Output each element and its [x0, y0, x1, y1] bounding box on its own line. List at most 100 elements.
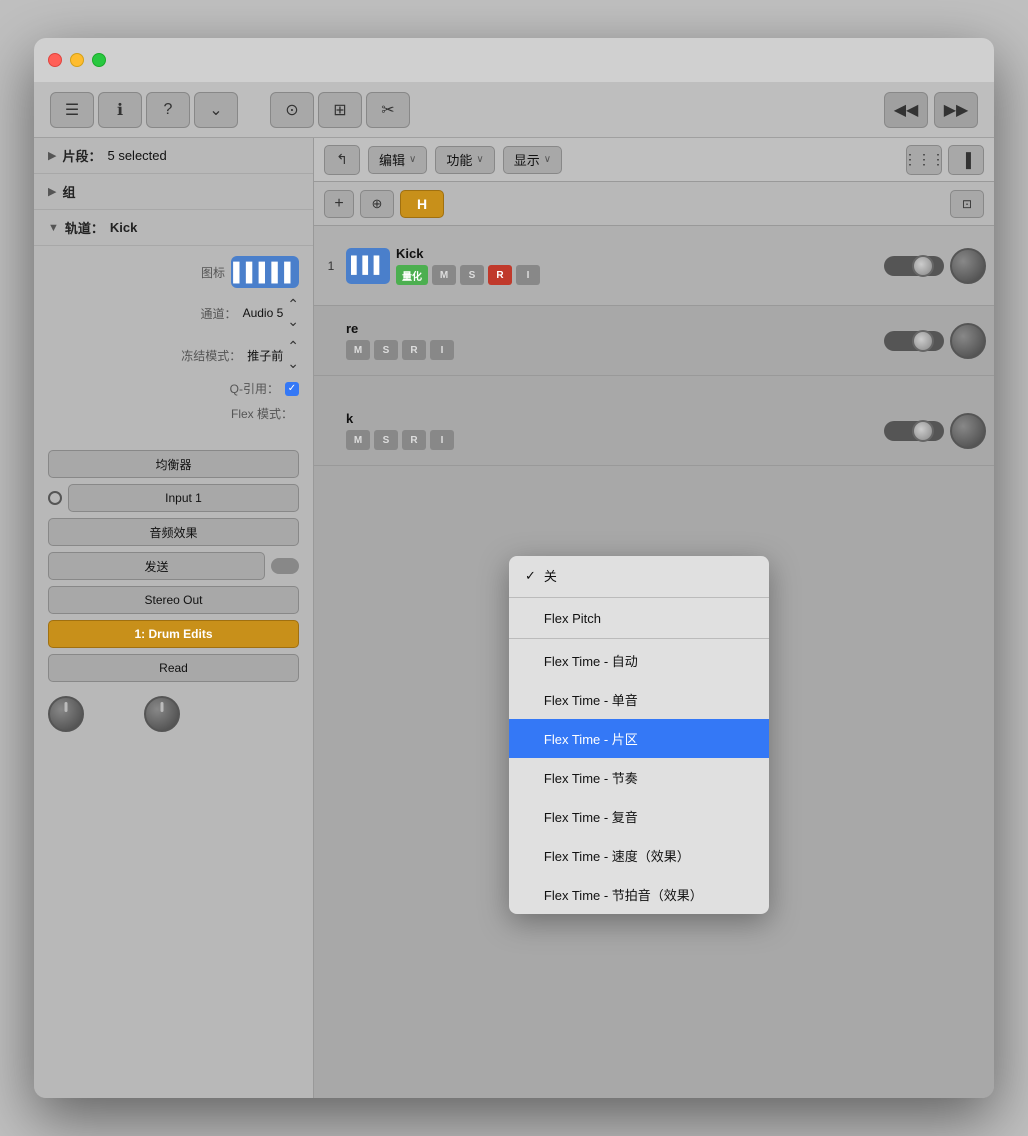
tempo-button[interactable]: ⊙ — [270, 92, 314, 128]
help-button[interactable]: ? — [146, 92, 190, 128]
add-button[interactable]: + — [324, 190, 354, 218]
input-button[interactable]: Input 1 — [68, 484, 299, 512]
close-button[interactable] — [48, 53, 62, 67]
function-menu[interactable]: 功能 ∨ — [435, 146, 494, 174]
display-chevron-icon: ∨ — [544, 154, 551, 165]
fastforward-button[interactable]: ▶▶ — [934, 92, 978, 128]
flex-time-speed-label: Flex Time - 速度（效果） — [544, 846, 690, 865]
group-row[interactable]: ▶ 组 — [34, 174, 313, 210]
edit-menu[interactable]: 编辑 ∨ — [368, 146, 427, 174]
send-button[interactable]: 发送 — [48, 552, 265, 580]
s-button[interactable]: S — [460, 265, 484, 285]
kick-pan-knob[interactable] — [950, 248, 986, 284]
m-button[interactable]: M — [432, 265, 456, 285]
segment-row[interactable]: ▶ 片段： 5 selected — [34, 138, 313, 174]
r-button[interactable]: R — [488, 265, 512, 285]
audio-effects-button[interactable]: 音频效果 — [48, 518, 299, 546]
track-header[interactable]: ▼ 轨道： Kick — [34, 210, 313, 246]
library-button[interactable]: ☰ — [50, 92, 94, 128]
kick-wave-icon: ▌▌▌ — [346, 248, 390, 284]
freeze-prop-row: 冻结模式： 推子前 ⌃⌄ — [34, 334, 313, 376]
knob-1[interactable] — [48, 696, 84, 732]
rewind-button[interactable]: ◀◀ — [884, 92, 928, 128]
s-button[interactable]: S — [374, 340, 398, 360]
waveform-icon: ▌▌▌ — [351, 257, 385, 275]
stereo-out-button[interactable]: Stereo Out — [48, 586, 299, 614]
display-menu[interactable]: 显示 ∨ — [503, 146, 562, 174]
segment-value: 5 selected — [107, 148, 166, 163]
knob-row — [34, 690, 313, 738]
flex-time-mono-option[interactable]: ✓ Flex Time - 单音 — [509, 680, 769, 719]
m-button[interactable]: M — [346, 340, 370, 360]
m-button[interactable]: M — [346, 430, 370, 450]
track2-fader[interactable] — [884, 331, 944, 351]
track-icon-button[interactable]: ▌▌▌▌▌ — [231, 256, 299, 288]
track3-info: k M S R I — [346, 411, 878, 450]
collapse-button[interactable]: ⊡ — [950, 190, 984, 218]
menu-divider-2 — [509, 638, 769, 639]
kick-track-name: Kick — [396, 246, 878, 261]
add-icon: + — [334, 195, 343, 213]
knob-2[interactable] — [144, 696, 180, 732]
q-ref-checkbox[interactable]: ✓ — [285, 382, 299, 396]
flex-time-rhythm-option[interactable]: ✓ Flex Time - 节奏 — [509, 758, 769, 797]
i-button[interactable]: I — [430, 430, 454, 450]
q-ref-label: Q-引用： — [199, 380, 279, 397]
add-track-button[interactable]: ⊕ — [360, 190, 394, 218]
h-button[interactable]: H — [400, 190, 444, 218]
flex-time-poly-label: Flex Time - 复音 — [544, 807, 638, 826]
track2-pan-knob[interactable] — [950, 323, 986, 359]
flex-time-poly-option[interactable]: ✓ Flex Time - 复音 — [509, 797, 769, 836]
scissors-button[interactable]: ✂ — [366, 92, 410, 128]
r-button[interactable]: R — [402, 340, 426, 360]
s-button[interactable]: S — [374, 430, 398, 450]
scissors-icon: ✂ — [381, 100, 394, 120]
curve-icon: ↰ — [336, 151, 348, 168]
grid-button[interactable]: ⋮⋮⋮ — [906, 145, 942, 175]
input-dot — [48, 491, 62, 505]
dropdown-button[interactable]: ⌄ — [194, 92, 238, 128]
right-panel: ↰ 编辑 ∨ 功能 ∨ 显示 ∨ ⋮⋮⋮ — [314, 138, 994, 1098]
eq-button[interactable]: ⊞ — [318, 92, 362, 128]
flex-time-auto-option[interactable]: ✓ Flex Time - 自动 — [509, 641, 769, 680]
r-button[interactable]: R — [402, 430, 426, 450]
track3-fader[interactable] — [884, 421, 944, 441]
track2-info: re M S R I — [346, 321, 878, 360]
add-track-icon: ⊕ — [372, 196, 383, 212]
flex-pitch-option[interactable]: ✓ Flex Pitch — [509, 600, 769, 636]
kick-track-controls: 量化 M S R I — [396, 265, 878, 285]
group-label: 组 — [62, 182, 75, 201]
send-row: 发送 — [48, 552, 299, 580]
icon-label: 图标 — [145, 264, 225, 281]
fullscreen-button[interactable] — [92, 53, 106, 67]
track3-pan-knob[interactable] — [950, 413, 986, 449]
kick-fader[interactable] — [884, 256, 944, 276]
mixer-section: 均衡器 Input 1 音频效果 发送 Stereo Out 1: Drum E… — [34, 442, 313, 690]
read-button[interactable]: Read — [48, 654, 299, 682]
menu-divider-1 — [509, 597, 769, 598]
send-toggle[interactable] — [271, 558, 299, 574]
i-button[interactable]: I — [430, 340, 454, 360]
equalizer-button[interactable]: 均衡器 — [48, 450, 299, 478]
flex-time-slice-option[interactable]: ✓ Flex Time - 片区 — [509, 719, 769, 758]
eq-icon: ⊞ — [333, 100, 346, 120]
drum-edits-button[interactable]: 1: Drum Edits — [48, 620, 299, 648]
edit-label: 编辑 — [379, 150, 405, 169]
flex-time-tempo-option[interactable]: ✓ Flex Time - 节拍音（效果） — [509, 875, 769, 914]
freeze-stepper[interactable]: ⌃⌄ — [287, 338, 299, 372]
quantize-button[interactable]: 量化 — [396, 265, 428, 285]
minimize-button[interactable] — [70, 53, 84, 67]
chevron-down-icon: ⌄ — [209, 100, 222, 120]
flex-off-option[interactable]: ✓ 关 — [509, 556, 769, 595]
track3-controls: M S R I — [346, 430, 878, 450]
channel-stepper[interactable]: ⌃⌄ — [287, 296, 299, 330]
fader-thumb — [912, 255, 934, 277]
list-button[interactable]: ▐ — [948, 145, 984, 175]
curve-button[interactable]: ↰ — [324, 145, 360, 175]
input-row: Input 1 — [48, 484, 299, 512]
function-chevron-icon: ∨ — [476, 154, 483, 165]
flex-time-speed-option[interactable]: ✓ Flex Time - 速度（效果） — [509, 836, 769, 875]
collapse-icon: ⊡ — [962, 197, 972, 211]
info-button[interactable]: ℹ — [98, 92, 142, 128]
i-button[interactable]: I — [516, 265, 540, 285]
